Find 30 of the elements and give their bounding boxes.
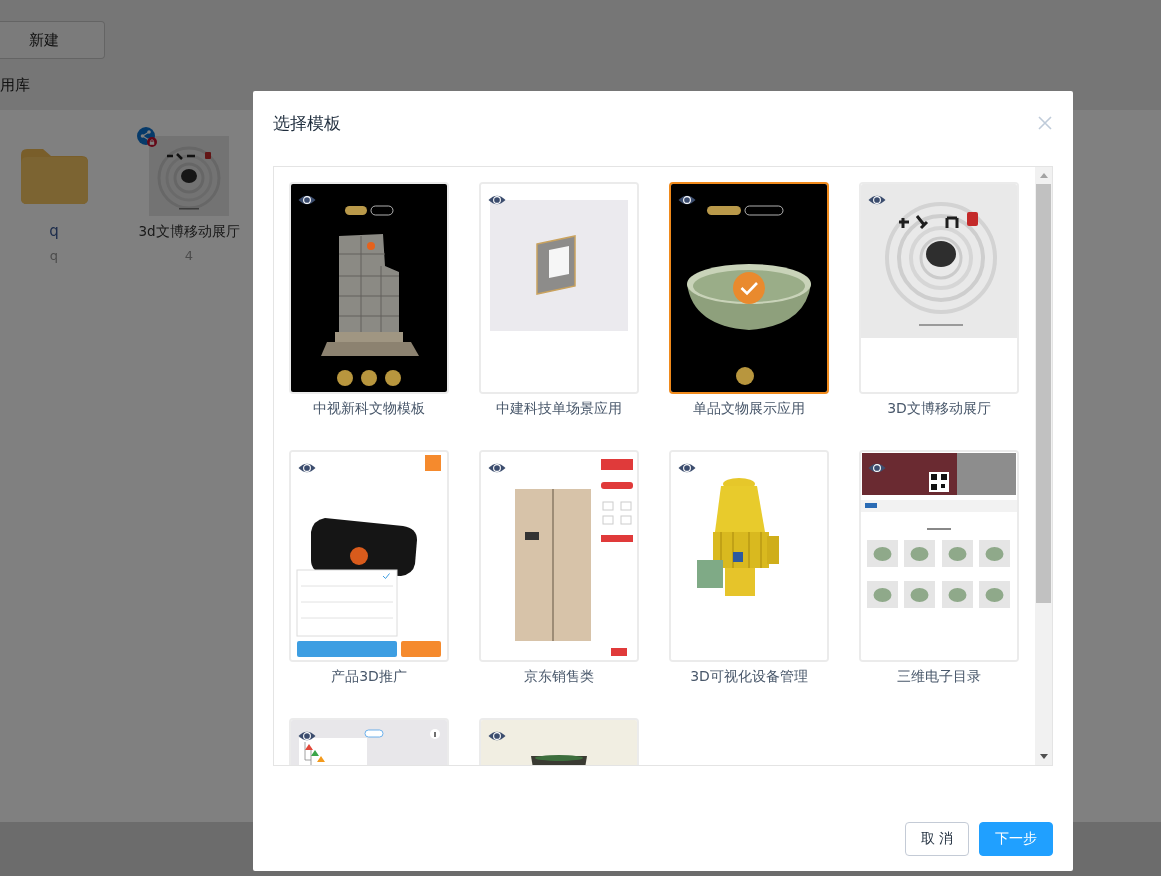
new-button[interactable]: 新建 — [0, 21, 105, 59]
eye-icon[interactable] — [868, 462, 886, 474]
item-title[interactable]: 3d文博移动展厅 — [138, 221, 240, 241]
template-name: 3D可视化设备管理 — [689, 667, 809, 686]
eye-icon[interactable] — [488, 730, 506, 742]
template-name: 3D文博移动展厅 — [886, 399, 992, 418]
eye-icon[interactable] — [678, 194, 696, 206]
item-title[interactable]: q — [49, 221, 59, 241]
project-thumbnail[interactable] — [149, 136, 229, 216]
template-name: 产品3D推广 — [330, 667, 408, 686]
dialog-title: 选择模板 — [273, 112, 341, 135]
template-name: 单品文物展示应用 — [692, 399, 806, 418]
scrollbar-thumb[interactable] — [1036, 184, 1051, 603]
eye-icon[interactable] — [298, 462, 316, 474]
tab-label[interactable]: 用库 — [0, 75, 30, 95]
cancel-button[interactable]: 取 消 — [904, 822, 969, 856]
eye-icon[interactable] — [488, 462, 506, 474]
template-name: 中建科技单场景应用 — [495, 399, 623, 418]
scrollbar[interactable] — [1035, 167, 1052, 765]
eye-icon[interactable] — [298, 194, 316, 206]
eye-icon[interactable] — [678, 462, 696, 474]
check-icon — [733, 272, 765, 304]
down-arrow-icon[interactable] — [1039, 754, 1048, 759]
template-name: 中视新科文物模板 — [312, 399, 426, 418]
eye-icon[interactable] — [868, 194, 886, 206]
next-button[interactable]: 下一步 — [979, 822, 1053, 856]
template-name: 三维电子目录 — [896, 667, 982, 686]
eye-icon[interactable] — [298, 730, 316, 742]
template-name: 京东销售类 — [523, 667, 595, 686]
eye-icon[interactable] — [488, 194, 506, 206]
